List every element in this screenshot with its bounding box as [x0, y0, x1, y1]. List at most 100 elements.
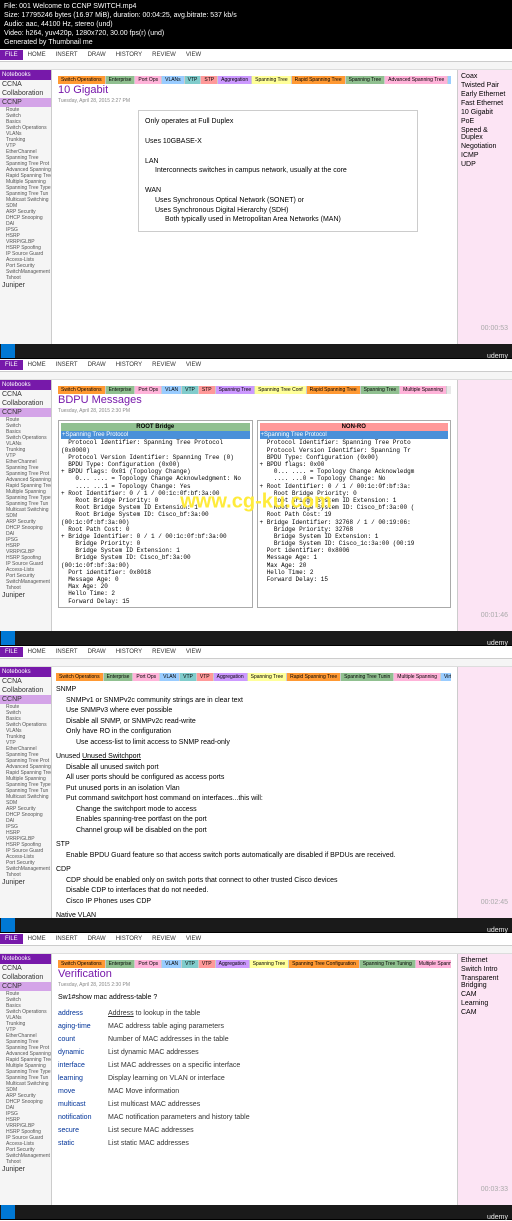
- page-list-item[interactable]: Early Ethernet: [460, 90, 510, 99]
- ribbon-draw[interactable]: DRAW: [83, 360, 111, 370]
- nav-collab[interactable]: Collaboration: [0, 89, 51, 98]
- section-tab[interactable]: STP: [201, 76, 218, 84]
- section-tab[interactable]: Spanning Tree: [361, 386, 401, 394]
- ribbon-file[interactable]: FILE: [0, 647, 23, 657]
- taskbar[interactable]: udemy: [0, 344, 512, 358]
- section-tab[interactable]: VLANs: [162, 76, 185, 84]
- note-container[interactable]: Only operates at Full Duplex Uses 10GBAS…: [138, 110, 418, 232]
- section-tab[interactable]: Rapid Spanning Tree: [307, 386, 361, 394]
- section-tab[interactable]: Spanning Tree Tuning: [360, 960, 416, 968]
- taskbar[interactable]: udemy: [0, 1205, 512, 1219]
- section-tab[interactable]: Switch Operations: [58, 960, 106, 968]
- ribbon-view[interactable]: VIEW: [181, 360, 206, 370]
- section-tab[interactable]: Spanning Tree Configuration: [289, 960, 360, 968]
- ribbon-insert[interactable]: INSERT: [51, 360, 83, 370]
- section-tab[interactable]: Aggregation: [214, 673, 248, 681]
- section-tab[interactable]: Spanning Tree: [248, 673, 288, 681]
- page-list-item[interactable]: Fast Ethernet: [460, 99, 510, 108]
- ribbon-home[interactable]: HOME: [23, 647, 51, 657]
- section-tab[interactable]: Port Ops: [133, 673, 160, 681]
- section-tab[interactable]: Multiple Spanning: [394, 673, 441, 681]
- ribbon-draw[interactable]: DRAW: [83, 647, 111, 657]
- section-tab[interactable]: STP: [199, 386, 216, 394]
- section-tab[interactable]: Advanced Spanning Tree: [385, 76, 448, 84]
- nav-juniper[interactable]: Juniper: [0, 281, 51, 290]
- page-list-item[interactable]: Transparent Bridging: [460, 974, 510, 990]
- ribbon-file[interactable]: FILE: [0, 50, 23, 60]
- section-tab[interactable]: VTP: [182, 386, 199, 394]
- start-button[interactable]: [1, 918, 15, 932]
- nav-ccnp[interactable]: CCNP: [0, 408, 51, 417]
- section-tab[interactable]: VTP: [197, 673, 214, 681]
- page-list-item[interactable]: Ethernet: [460, 956, 510, 965]
- section-tab[interactable]: VLAN: [162, 386, 182, 394]
- ribbon-home[interactable]: HOME: [23, 50, 51, 60]
- section-tab[interactable]: VTP: [180, 673, 197, 681]
- page-list-item[interactable]: CAM: [460, 1008, 510, 1017]
- nav-ccnp[interactable]: CCNP: [0, 695, 51, 704]
- section-tab[interactable]: VTP: [182, 960, 199, 968]
- ribbon-review[interactable]: REVIEW: [147, 50, 181, 60]
- page-list-item[interactable]: Switch Intro: [460, 965, 510, 974]
- section-tab[interactable]: Aggregation: [218, 76, 252, 84]
- page-list-item[interactable]: 10 Gigabit: [460, 108, 510, 117]
- section-tab[interactable]: Switch Operations: [58, 386, 106, 394]
- section-tab[interactable]: Multiple Spanning: [400, 386, 447, 394]
- page-list-item[interactable]: CAM: [460, 990, 510, 999]
- section-tab[interactable]: VTP: [185, 76, 202, 84]
- section-tab[interactable]: Virtual Switch: [441, 673, 451, 681]
- ribbon-history[interactable]: HISTORY: [111, 934, 147, 944]
- taskbar[interactable]: udemy: [0, 918, 512, 932]
- section-tab[interactable]: Spanning Tree: [216, 386, 256, 394]
- ribbon-history[interactable]: HISTORY: [111, 360, 147, 370]
- ribbon-file[interactable]: FILE: [0, 360, 23, 370]
- page-list-item[interactable]: Twisted Pair: [460, 81, 510, 90]
- page-list-item[interactable]: Learning: [460, 999, 510, 1008]
- start-button[interactable]: [1, 631, 15, 645]
- nav-ccnp[interactable]: CCNP: [0, 98, 51, 107]
- nav-ccna[interactable]: CCNA: [0, 677, 51, 686]
- ribbon-review[interactable]: REVIEW: [147, 360, 181, 370]
- page-list-item[interactable]: Coax: [460, 72, 510, 81]
- section-tab[interactable]: Spanning Tree: [250, 960, 290, 968]
- section-tab[interactable]: Port Ops: [135, 960, 162, 968]
- section-tab[interactable]: Aggregation: [216, 960, 250, 968]
- nav-juniper[interactable]: Juniper: [0, 591, 51, 600]
- section-tab[interactable]: Multiple Spanning: [416, 960, 451, 968]
- nav-ccnp[interactable]: CCNP: [0, 982, 51, 991]
- nav-ccna[interactable]: CCNA: [0, 80, 51, 89]
- ribbon-file[interactable]: FILE: [0, 934, 23, 944]
- ribbon-home[interactable]: HOME: [23, 360, 51, 370]
- section-tab[interactable]: VLAN: [162, 960, 182, 968]
- page-list-item[interactable]: PoE: [460, 117, 510, 126]
- ribbon-view[interactable]: VIEW: [181, 647, 206, 657]
- page-list-item[interactable]: Speed & Duplex: [460, 126, 510, 142]
- section-tab[interactable]: Port Ops: [135, 76, 162, 84]
- ribbon-insert[interactable]: INSERT: [51, 647, 83, 657]
- nav-juniper[interactable]: Juniper: [0, 878, 51, 887]
- nav-ccna[interactable]: CCNA: [0, 390, 51, 399]
- section-tab[interactable]: Enterprise: [106, 386, 136, 394]
- section-tab[interactable]: VTP: [199, 960, 216, 968]
- nav-collab[interactable]: Collaboration: [0, 686, 51, 695]
- section-tab[interactable]: Spanning Tree Conf: [255, 386, 306, 394]
- page-list-item[interactable]: UDP: [460, 160, 510, 169]
- section-tab[interactable]: Spanning Tree Tunin: [341, 673, 394, 681]
- section-tab[interactable]: Port Ops: [135, 386, 162, 394]
- nav-juniper[interactable]: Juniper: [0, 1165, 51, 1174]
- page-list-item[interactable]: ICMP: [460, 151, 510, 160]
- section-tab[interactable]: Spanning Tree: [346, 76, 386, 84]
- ribbon-review[interactable]: REVIEW: [147, 647, 181, 657]
- nav-collab[interactable]: Collaboration: [0, 973, 51, 982]
- section-tab[interactable]: Rapid Spanning Tree: [287, 673, 341, 681]
- section-tab[interactable]: Enterprise: [106, 76, 136, 84]
- section-tab[interactable]: Switch Operations: [58, 76, 106, 84]
- ribbon-insert[interactable]: INSERT: [51, 934, 83, 944]
- page-list-item[interactable]: Negotiation: [460, 142, 510, 151]
- start-button[interactable]: [1, 1205, 15, 1219]
- ribbon-review[interactable]: REVIEW: [147, 934, 181, 944]
- section-tab[interactable]: Spanning Tree: [252, 76, 292, 84]
- ribbon-history[interactable]: HISTORY: [111, 647, 147, 657]
- ribbon-view[interactable]: VIEW: [181, 934, 206, 944]
- ribbon-draw[interactable]: DRAW: [83, 50, 111, 60]
